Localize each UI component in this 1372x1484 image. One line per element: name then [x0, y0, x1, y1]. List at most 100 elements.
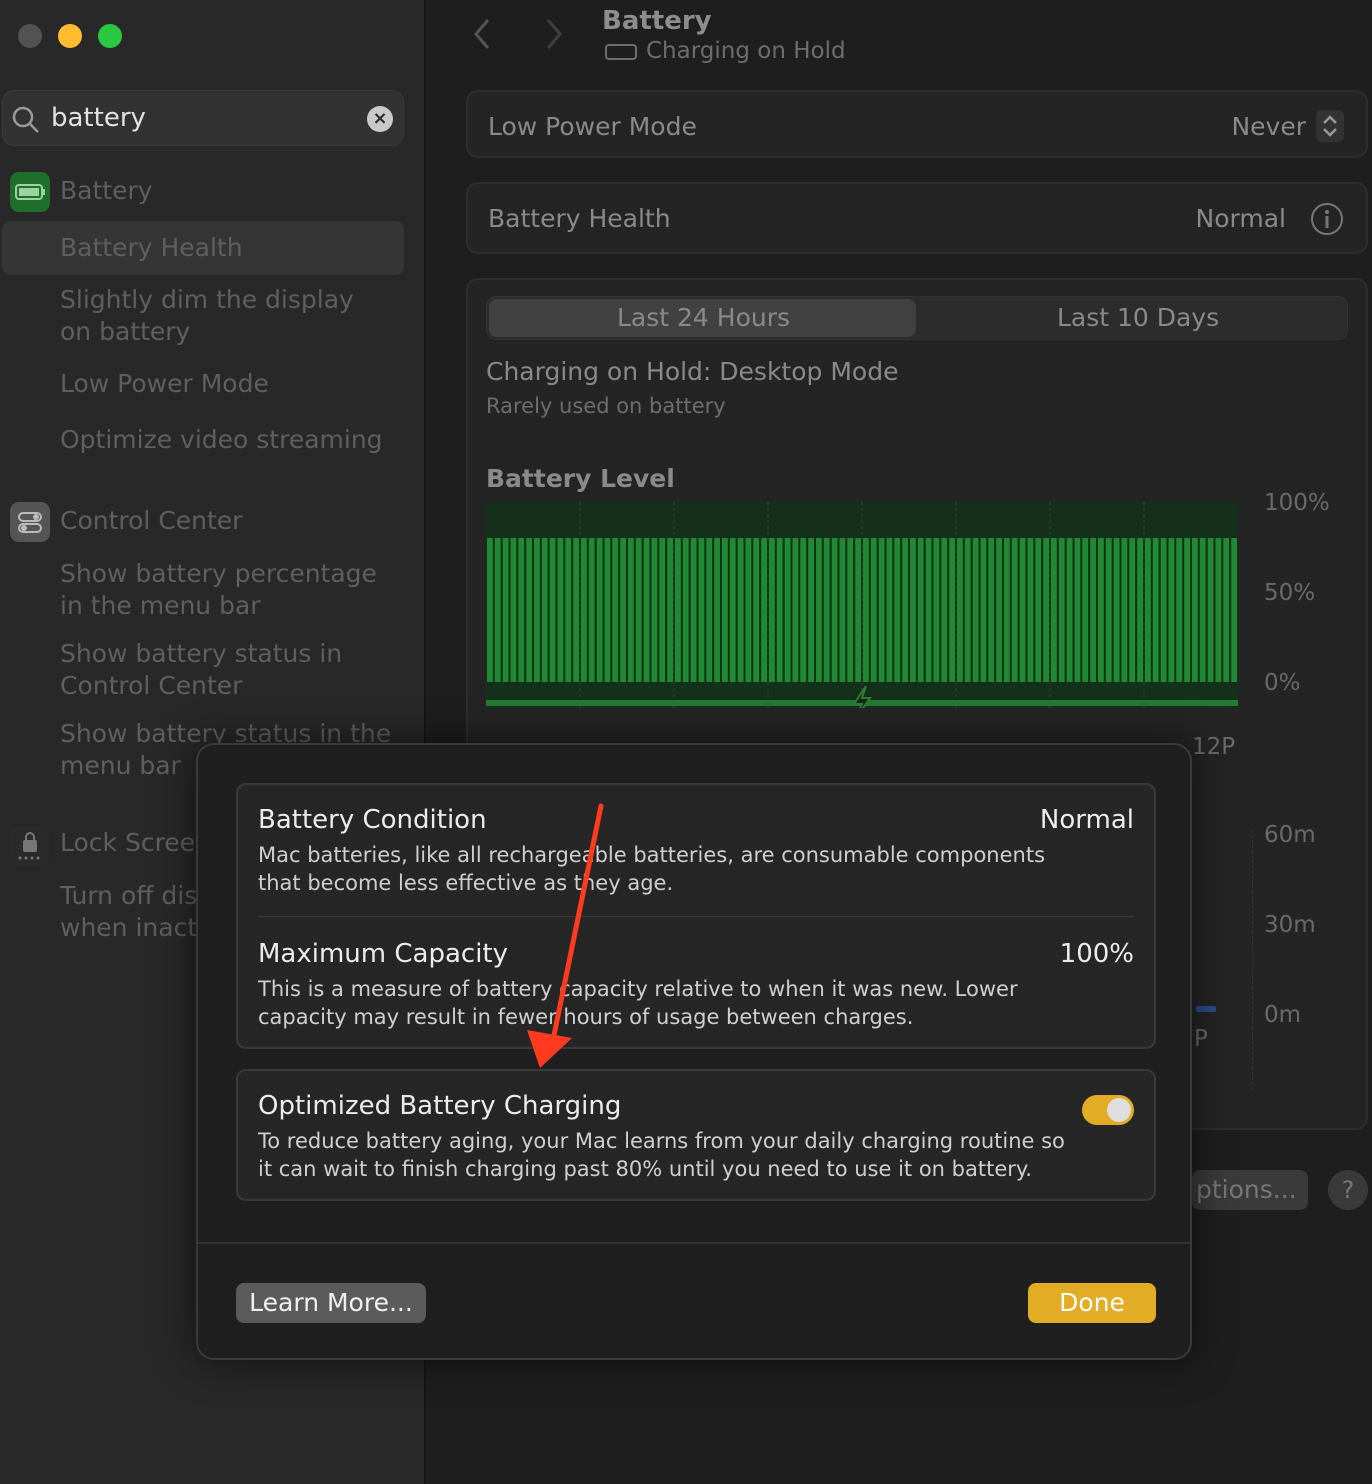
search-input[interactable]: battery: [51, 103, 146, 133]
battery-level-bar: [1051, 538, 1057, 682]
sidebar-item-battery-health[interactable]: Battery Health: [60, 232, 243, 264]
learn-more-button[interactable]: Learn More...: [236, 1283, 426, 1323]
optimized-charging-toggle[interactable]: [1082, 1095, 1134, 1125]
battery-level-bar: [910, 538, 916, 682]
battery-level-bar: [1160, 538, 1167, 682]
search-icon: [12, 106, 39, 133]
zoom-window-button[interactable]: [98, 24, 122, 48]
battery-condition-desc: Mac batteries, like all rechargeable bat…: [258, 843, 1046, 895]
battery-level-bar: [698, 538, 705, 682]
battery-level-bar: [933, 538, 940, 682]
info-icon[interactable]: [1310, 202, 1344, 236]
battery-level-bar: [502, 538, 509, 682]
battery-level-bar: [604, 538, 611, 682]
battery-level-bar: [565, 538, 572, 682]
optimized-charging-title: Optimized Battery Charging: [258, 1091, 622, 1121]
max-capacity-title: Maximum Capacity: [258, 939, 508, 969]
battery-level-bar: [541, 538, 548, 682]
battery-level-bar: [1058, 538, 1065, 682]
help-button[interactable]: ?: [1328, 1170, 1368, 1210]
battery-info-card: Battery Condition Normal Mac batteries, …: [236, 783, 1156, 1049]
low-power-label: Low Power Mode: [488, 112, 697, 141]
axis-label-100: 100%: [1264, 490, 1330, 516]
toggle-knob: [1107, 1098, 1131, 1122]
settings-window: battery × Battery Battery Health Slightl…: [0, 0, 1372, 1484]
battery-level-bar: [886, 538, 893, 682]
battery-level-bar: [1066, 538, 1073, 682]
battery-level-bar: [808, 538, 814, 682]
battery-level-bar: [894, 538, 901, 682]
sidebar-category-control-center[interactable]: Control Center: [60, 506, 242, 535]
battery-level-bar: [1004, 538, 1010, 682]
battery-level-bar: [1011, 538, 1018, 682]
forward-button[interactable]: [542, 16, 566, 62]
battery-level-bar: [1113, 538, 1120, 682]
battery-level-bar: [659, 538, 666, 682]
clear-search-icon[interactable]: ×: [367, 106, 393, 132]
sidebar-category-battery[interactable]: Battery: [60, 176, 153, 205]
usage-axis-60m: 60m: [1264, 822, 1316, 848]
minimize-window-button[interactable]: [58, 24, 82, 48]
battery-level-bar: [690, 538, 697, 682]
optimized-charging-card: Optimized Battery Charging To reduce bat…: [236, 1069, 1156, 1201]
battery-level-bar: [1215, 538, 1222, 682]
battery-level-bar: [816, 538, 822, 682]
battery-level-bar: [612, 538, 619, 682]
close-window-button[interactable]: [18, 24, 42, 48]
tab-last-10-days[interactable]: Last 10 Days: [1057, 303, 1219, 332]
battery-level-bar: [972, 538, 979, 682]
battery-level-bar: [917, 538, 924, 682]
battery-level-bar: [902, 538, 908, 682]
battery-condition-title: Battery Condition: [258, 805, 487, 835]
lock-icon: [10, 826, 50, 866]
battery-level-bar: [667, 538, 673, 682]
done-button[interactable]: Done: [1028, 1283, 1156, 1323]
battery-level-bar: [573, 538, 579, 682]
battery-level-bar: [1098, 538, 1104, 682]
battery-level-bar: [1145, 538, 1151, 682]
usage-bar: [1196, 1006, 1216, 1012]
back-button[interactable]: [470, 16, 494, 62]
sidebar-item-optimize-video[interactable]: Optimize video streaming: [60, 424, 383, 456]
control-center-icon: [10, 502, 50, 542]
battery-level-bar: [823, 538, 830, 682]
battery-level-bar: [1168, 538, 1175, 682]
battery-level-bar: [706, 538, 713, 682]
sidebar-item-battery-percentage[interactable]: Show battery percentage in the menu bar: [60, 558, 390, 622]
sidebar-item-low-power[interactable]: Low Power Mode: [60, 368, 269, 400]
low-power-row: Low Power Mode Never: [466, 90, 1368, 158]
battery-level-bar: [839, 538, 846, 682]
sidebar-item-turn-off-display[interactable]: Turn off dis when inact: [60, 880, 210, 944]
battery-level-bar: [675, 538, 681, 682]
battery-level-bar: [847, 538, 854, 682]
status-subtitle: Rarely used on battery: [486, 394, 726, 418]
sidebar-item-status-control-center[interactable]: Show battery status in Control Center: [60, 638, 360, 702]
battery-level-bar: [1090, 538, 1096, 682]
battery-level-bar: [1043, 538, 1049, 682]
low-power-select[interactable]: Never: [1231, 112, 1306, 141]
sidebar-category-lock-screen[interactable]: Lock Scree: [60, 828, 195, 857]
axis-label-50: 50%: [1264, 580, 1316, 606]
max-capacity-value: 100%: [1059, 939, 1134, 969]
optimized-charging-desc: To reduce battery aging, your Mac learns…: [258, 1129, 1065, 1181]
battery-level-bar: [988, 538, 995, 682]
options-button[interactable]: ptions...: [1192, 1170, 1308, 1210]
chevron-updown-icon[interactable]: [1316, 110, 1344, 142]
battery-level-bar: [1176, 538, 1183, 682]
battery-level-bar: [964, 538, 971, 682]
tab-last-24-hours[interactable]: Last 24 Hours: [617, 303, 790, 332]
battery-level-bar: [1207, 538, 1214, 682]
battery-level-bar: [549, 538, 556, 682]
battery-level-bar: [745, 538, 752, 682]
search-field[interactable]: battery ×: [2, 90, 404, 146]
sidebar-item-dim-display[interactable]: Slightly dim the display on battery: [60, 284, 390, 348]
battery-level-bar: [1231, 538, 1237, 682]
battery-level-bar: [784, 538, 791, 682]
battery-level-bar: [870, 538, 877, 682]
usage-axis-30m: 30m: [1264, 912, 1316, 938]
status-title: Charging on Hold: Desktop Mode: [486, 357, 899, 386]
battery-level-bar: [722, 538, 728, 682]
battery-level-bar: [1019, 538, 1026, 682]
battery-health-row: Battery Health Normal: [466, 182, 1368, 254]
battery-level-bar: [753, 538, 760, 682]
